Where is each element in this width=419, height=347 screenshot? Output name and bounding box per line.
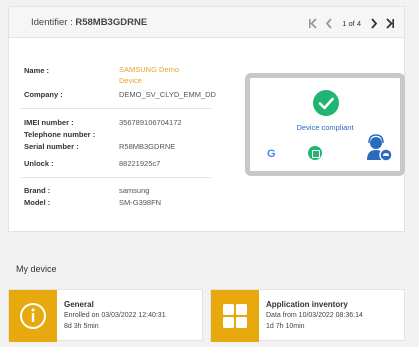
name-value-line2[interactable]: Device — [119, 75, 142, 86]
page-indicator: 1 of 4 — [342, 18, 361, 28]
chevron-right-icon — [371, 17, 378, 29]
grid-icon — [211, 290, 259, 342]
first-page-button[interactable] — [307, 16, 319, 30]
app-icon — [308, 146, 322, 160]
last-page-button[interactable] — [384, 16, 396, 30]
inventory-duration: 1d 7h 10min — [266, 323, 305, 330]
company-value: DEMO_SV_CLYD_EMM_DD — [119, 90, 216, 99]
inventory-title: Application inventory — [266, 300, 348, 309]
serial-label: Serial number : — [24, 142, 79, 151]
model-value: SM-G398FN — [119, 198, 162, 207]
imei-label: IMEI number : — [24, 118, 74, 127]
name-value-line1[interactable]: SAMSUNG Demo — [119, 64, 179, 75]
chevron-left-icon — [326, 17, 332, 29]
application-inventory-card[interactable]: Application inventory Data from 10/03/20… — [210, 289, 405, 342]
section-title: My device — [16, 264, 57, 274]
telephone-label: Telephone number : — [24, 130, 96, 139]
previous-page-button[interactable] — [323, 16, 335, 30]
identifier-value: R58MB3GDRNE — [75, 17, 148, 28]
support-agent-icon — [367, 134, 393, 162]
inventory-date: Data from 10/03/2022 08:36:14 — [266, 312, 363, 319]
unlock-value: 88221925c7 — [119, 159, 161, 168]
info-icon — [9, 290, 57, 342]
imei-value: 356789106704172 — [119, 118, 182, 127]
identifier: Identifier : R58MB3GDRNE — [31, 17, 147, 28]
enrolled-date: Enrolled on 03/03/2022 12:40:31 — [64, 312, 166, 319]
brand-value: samsung — [119, 186, 150, 195]
next-page-button[interactable] — [368, 16, 380, 30]
identifier-label: Identifier : — [31, 17, 76, 28]
panel-header: Identifier : R58MB3GDRNE 1 of 4 — [9, 7, 404, 38]
google-icon: G — [267, 148, 276, 160]
divider — [21, 108, 211, 109]
check-icon — [313, 90, 339, 116]
pagination: 1 of 4 — [307, 15, 396, 31]
serial-value: R58MB3GDRNE — [119, 142, 176, 151]
device-status-tablet: Device compliant G — [245, 73, 405, 176]
general-title: General — [64, 300, 94, 309]
enrolled-duration: 8d 3h 5min — [64, 323, 99, 330]
last-page-icon — [386, 17, 394, 29]
model-label: Model : — [24, 198, 51, 207]
first-page-icon — [309, 17, 317, 29]
divider — [21, 177, 211, 178]
company-label: Company : — [24, 90, 63, 99]
unlock-label: Unlock : — [24, 159, 54, 168]
compliance-status: Device compliant — [296, 123, 354, 132]
name-label: Name : — [24, 66, 50, 75]
general-card[interactable]: General Enrolled on 03/03/2022 12:40:31 … — [8, 289, 203, 342]
brand-label: Brand : — [24, 186, 51, 195]
device-details-panel: Identifier : R58MB3GDRNE 1 of 4 Name : S… — [8, 6, 405, 232]
